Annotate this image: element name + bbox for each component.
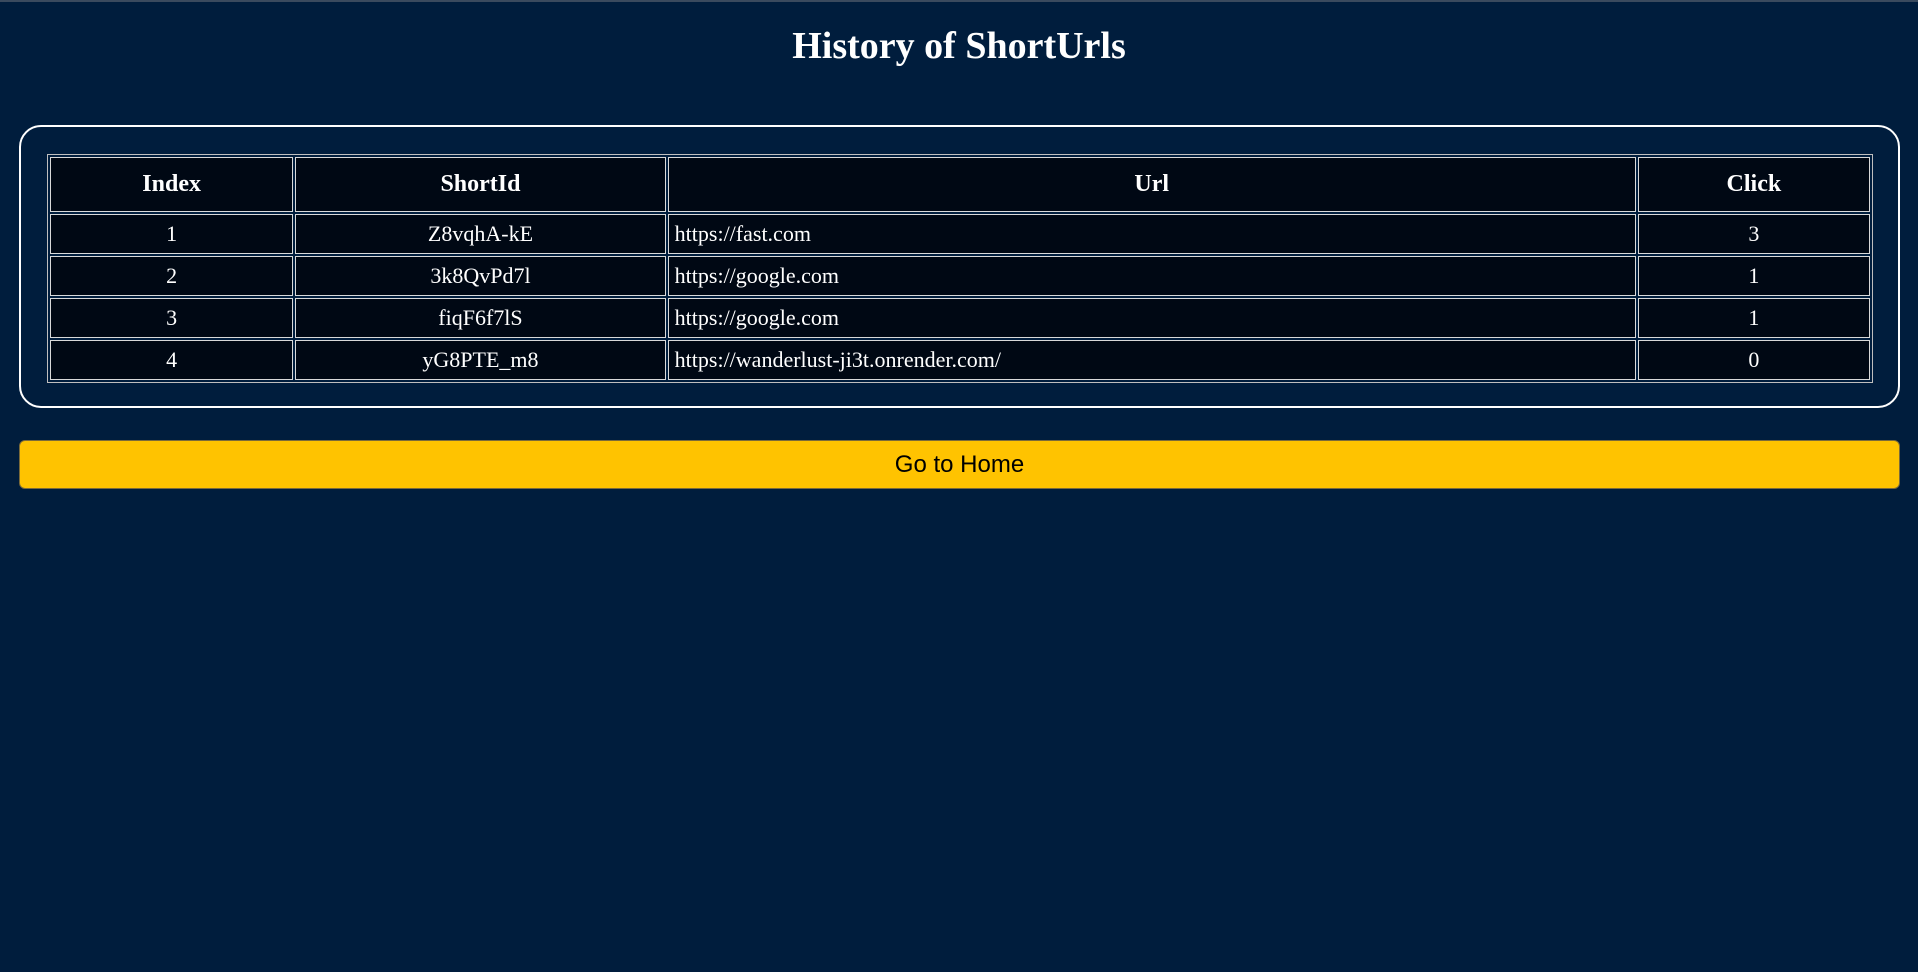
index-cell: 1 [50, 214, 294, 254]
table-row: 1 Z8vqhA-kE https://fast.com 3 [50, 214, 1870, 254]
short-id-cell: fiqF6f7lS [295, 298, 666, 338]
page-title: History of ShortUrls [792, 25, 1126, 67]
index-cell: 3 [50, 298, 294, 338]
click-count-cell: 0 [1637, 340, 1870, 380]
index-cell: 4 [50, 340, 294, 380]
column-header-index: Index [50, 157, 294, 212]
table-row: 2 3k8QvPd7l https://google.com 1 [50, 256, 1870, 296]
click-count-cell: 3 [1637, 214, 1870, 254]
url-cell: https://wanderlust-ji3t.onrender.com/ [667, 340, 1636, 380]
short-url-history-table: Index ShortId Url Click 1 Z8vqhA-kE http… [47, 154, 1873, 383]
history-table-card: Index ShortId Url Click 1 Z8vqhA-kE http… [19, 125, 1900, 408]
table-header-row: Index ShortId Url Click [50, 157, 1870, 212]
table-row: 3 fiqF6f7lS https://google.com 1 [50, 298, 1870, 338]
short-id-cell: Z8vqhA-kE [295, 214, 666, 254]
short-id-cell: 3k8QvPd7l [295, 256, 666, 296]
short-id-cell: yG8PTE_m8 [295, 340, 666, 380]
go-to-home-button[interactable]: Go to Home [19, 440, 1900, 489]
index-cell: 2 [50, 256, 294, 296]
column-header-url: Url [667, 157, 1636, 212]
column-header-click: Click [1637, 157, 1870, 212]
url-cell: https://google.com [667, 256, 1636, 296]
click-count-cell: 1 [1637, 298, 1870, 338]
table-row: 4 yG8PTE_m8 https://wanderlust-ji3t.onre… [50, 340, 1870, 380]
url-cell: https://google.com [667, 298, 1636, 338]
url-cell: https://fast.com [667, 214, 1636, 254]
click-count-cell: 1 [1637, 256, 1870, 296]
column-header-short-id: ShortId [295, 157, 666, 212]
